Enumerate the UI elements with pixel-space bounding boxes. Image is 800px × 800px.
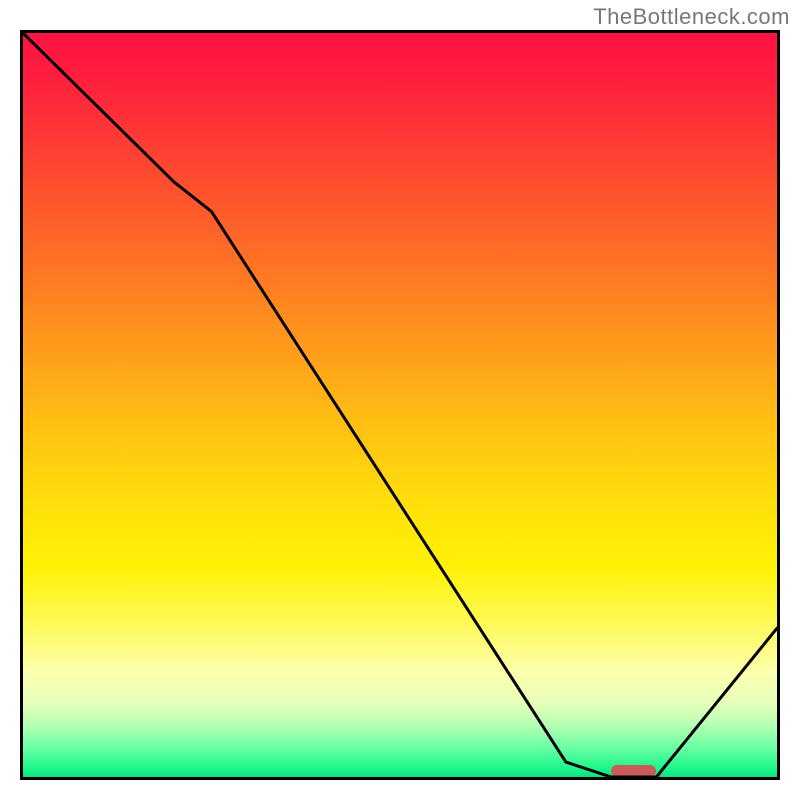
watermark-text: TheBottleneck.com — [593, 4, 790, 30]
chart-wrapper: TheBottleneck.com — [0, 0, 800, 800]
curve-layer — [23, 33, 777, 777]
plot-frame — [20, 30, 780, 780]
plot-area — [20, 30, 780, 780]
bottleneck-curve-path — [23, 33, 777, 777]
